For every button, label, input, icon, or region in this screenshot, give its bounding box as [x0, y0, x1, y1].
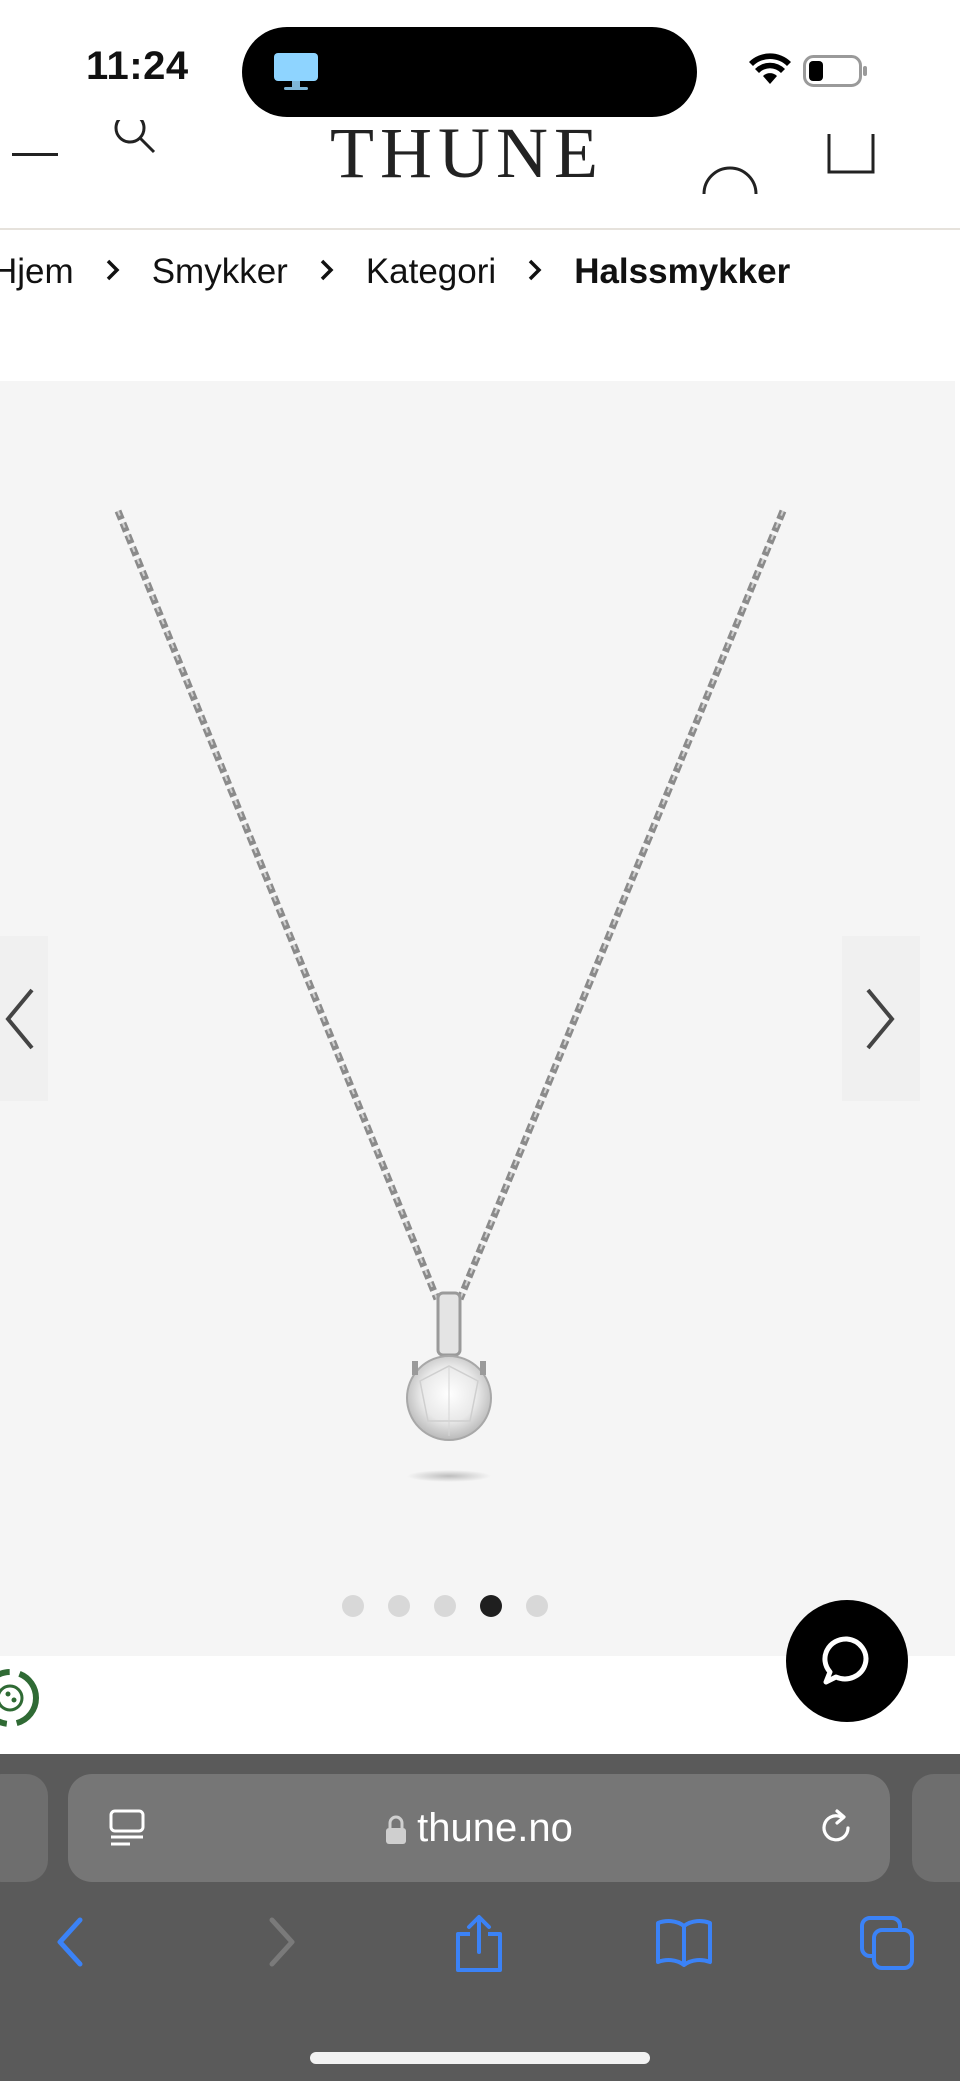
menu-icon[interactable] [12, 150, 58, 160]
reload-icon[interactable] [816, 1808, 856, 1848]
next-image-button[interactable] [842, 936, 920, 1101]
bookmarks-icon[interactable] [654, 1914, 714, 1970]
tabs-icon[interactable] [858, 1914, 916, 1972]
chevron-right-icon [526, 252, 544, 292]
url-display: thune.no [68, 1806, 890, 1851]
previous-image-button[interactable] [0, 936, 48, 1101]
breadcrumb-jewelry[interactable]: Smykker [152, 252, 288, 292]
search-icon[interactable] [110, 120, 160, 166]
slide-dot-4[interactable] [480, 1595, 502, 1617]
recycle-badge-icon[interactable] [0, 1656, 42, 1740]
shopping-bag-icon[interactable] [826, 134, 876, 194]
chat-button[interactable] [786, 1600, 908, 1722]
chat-bubble-icon [822, 1636, 869, 1685]
lock-icon [386, 1815, 407, 1844]
status-bar: 11:24 [0, 0, 960, 130]
slide-dot-5[interactable] [526, 1595, 548, 1617]
dynamic-island [242, 27, 697, 117]
battery-icon [803, 55, 867, 87]
clock: 11:24 [86, 44, 189, 88]
chevron-left-icon [5, 988, 34, 1049]
breadcrumb: Hjem Smykker Kategori Halssmykker [0, 252, 790, 292]
address-bar[interactable]: thune.no [68, 1774, 890, 1882]
browser-nav-toolbar [0, 1914, 960, 2014]
slide-dot-2[interactable] [388, 1595, 410, 1617]
wifi-icon [749, 53, 791, 84]
account-icon[interactable] [700, 134, 760, 194]
next-tab-preview[interactable] [912, 1774, 960, 1882]
breadcrumb-current: Halssmykker [574, 252, 791, 291]
site-logo[interactable]: THUNE [330, 120, 604, 195]
slide-indicator [342, 1595, 548, 1617]
browser-toolbar: thune.no [0, 1754, 960, 2081]
home-indicator [310, 2052, 650, 2064]
back-icon[interactable] [52, 1914, 92, 1970]
chevron-right-icon [104, 252, 122, 292]
screen-mirroring-icon [274, 53, 318, 90]
slide-dot-3[interactable] [434, 1595, 456, 1617]
share-icon[interactable] [452, 1914, 506, 1974]
breadcrumb-home[interactable]: Hjem [0, 252, 74, 292]
site-header: THUNE [0, 120, 960, 230]
previous-tab-preview[interactable] [0, 1774, 48, 1882]
slide-dot-1[interactable] [342, 1595, 364, 1617]
url-text: thune.no [417, 1806, 573, 1850]
forward-icon [269, 1917, 295, 1967]
breadcrumb-category[interactable]: Kategori [366, 252, 496, 292]
chevron-right-icon [866, 988, 895, 1049]
chevron-right-icon [318, 252, 336, 292]
product-gallery[interactable] [0, 381, 955, 1656]
necklace-image [114, 509, 787, 1482]
